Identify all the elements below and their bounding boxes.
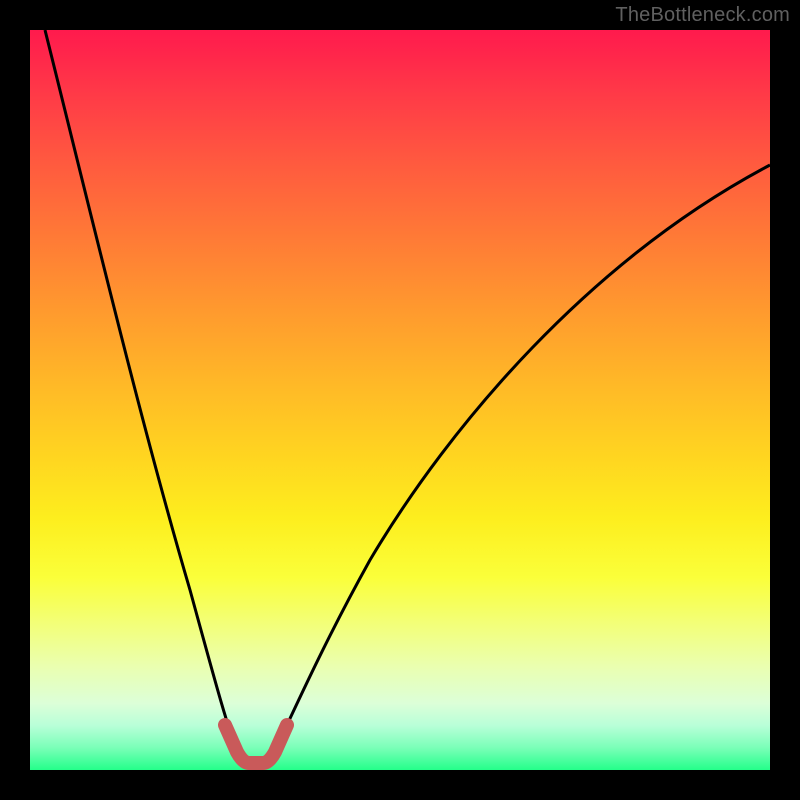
plot-area [30, 30, 770, 770]
left-branch-curve [45, 30, 237, 750]
curve-layer [30, 30, 770, 770]
trough-highlight [225, 725, 287, 763]
right-branch-curve [275, 165, 770, 750]
chart-frame: TheBottleneck.com [0, 0, 800, 800]
watermark-text: TheBottleneck.com [615, 4, 790, 27]
